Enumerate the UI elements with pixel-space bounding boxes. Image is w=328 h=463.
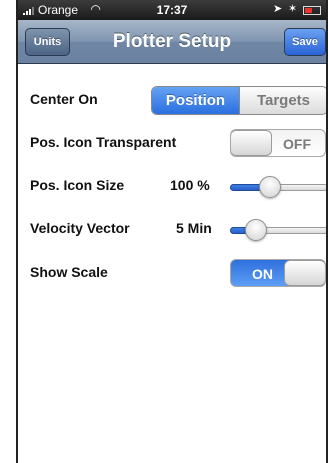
- icon-size-slider[interactable]: [230, 176, 326, 198]
- show-scale-label: Show Scale: [30, 264, 108, 280]
- bluetooth-icon: ✶: [288, 3, 298, 15]
- show-scale-toggle[interactable]: ON: [230, 259, 326, 287]
- center-on-segmented-control[interactable]: Position Targets: [151, 86, 326, 115]
- toggle-state-label: OFF: [283, 136, 311, 152]
- center-on-label: Center On: [30, 91, 98, 107]
- save-button[interactable]: Save: [284, 28, 326, 56]
- velocity-vector-label: Velocity Vector: [30, 220, 130, 236]
- segment-position[interactable]: Position: [152, 87, 239, 114]
- velocity-vector-value: 5 Min: [176, 220, 212, 236]
- velocity-vector-slider[interactable]: [230, 219, 326, 241]
- slider-thumb[interactable]: [258, 176, 281, 198]
- velocity-vector-row: Velocity Vector 5 Min: [18, 214, 326, 244]
- icon-size-row: Pos. Icon Size 100 %: [18, 171, 326, 201]
- location-arrow-icon: ➤: [273, 3, 283, 15]
- icon-transparent-toggle[interactable]: OFF: [230, 129, 326, 157]
- icon-size-value: 100 %: [170, 177, 210, 193]
- phone-screen: Orange ◠ 17:37 ➤ ✶ Units Plotter Setup S…: [16, 0, 328, 463]
- slider-thumb[interactable]: [245, 219, 268, 241]
- status-bar: Orange ◠ 17:37 ➤ ✶: [18, 0, 326, 20]
- icon-size-label: Pos. Icon Size: [30, 177, 125, 193]
- battery-icon: [303, 6, 321, 15]
- icon-transparent-label: Pos. Icon Transparent: [30, 134, 177, 150]
- center-on-row: Center On Position Targets: [18, 85, 326, 115]
- toggle-state-label: ON: [252, 266, 273, 282]
- toggle-knob[interactable]: [284, 260, 325, 286]
- toggle-knob[interactable]: [231, 130, 272, 156]
- page-title: Plotter Setup: [112, 31, 232, 52]
- icon-transparent-row: Pos. Icon Transparent OFF: [18, 128, 326, 158]
- navigation-bar: Units Plotter Setup Save: [18, 20, 326, 64]
- segment-targets[interactable]: Targets: [239, 87, 326, 114]
- show-scale-row: Show Scale ON: [18, 258, 326, 288]
